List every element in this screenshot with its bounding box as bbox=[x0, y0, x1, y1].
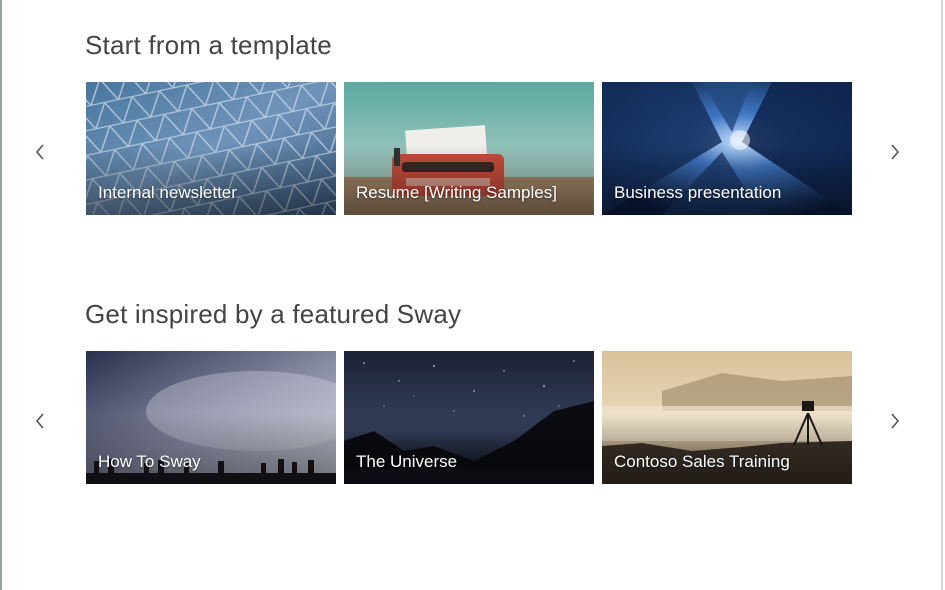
section-title-templates: Start from a template bbox=[85, 30, 332, 60]
featured-card-the-universe[interactable]: The Universe bbox=[344, 351, 594, 484]
card-label: Contoso Sales Training bbox=[614, 452, 790, 471]
template-card-resume[interactable]: Resume [Writing Samples] bbox=[344, 82, 594, 215]
featured-next-button[interactable] bbox=[880, 406, 910, 436]
templates-next-button[interactable] bbox=[880, 137, 910, 167]
templates-prev-button[interactable] bbox=[25, 137, 55, 167]
chevron-left-icon bbox=[35, 413, 44, 429]
card-label: The Universe bbox=[356, 452, 458, 471]
card-label: How To Sway bbox=[98, 452, 201, 471]
card-label: Business presentation bbox=[614, 183, 782, 202]
card-label: Resume [Writing Samples] bbox=[356, 183, 557, 202]
window-right-border bbox=[941, 0, 943, 590]
chevron-right-icon bbox=[891, 413, 900, 429]
chevron-left-icon bbox=[35, 144, 44, 160]
template-card-internal-newsletter[interactable]: Internal newsletter bbox=[86, 82, 336, 215]
template-card-business-presentation[interactable]: Business presentation bbox=[602, 82, 852, 215]
section-title-featured: Get inspired by a featured Sway bbox=[85, 299, 462, 329]
chevron-right-icon bbox=[891, 144, 900, 160]
featured-prev-button[interactable] bbox=[25, 406, 55, 436]
featured-card-how-to-sway[interactable]: How To Sway bbox=[86, 351, 336, 484]
featured-card-contoso-sales-training[interactable]: Contoso Sales Training bbox=[602, 351, 852, 484]
card-label: Internal newsletter bbox=[98, 183, 237, 202]
window-left-border bbox=[0, 0, 2, 590]
